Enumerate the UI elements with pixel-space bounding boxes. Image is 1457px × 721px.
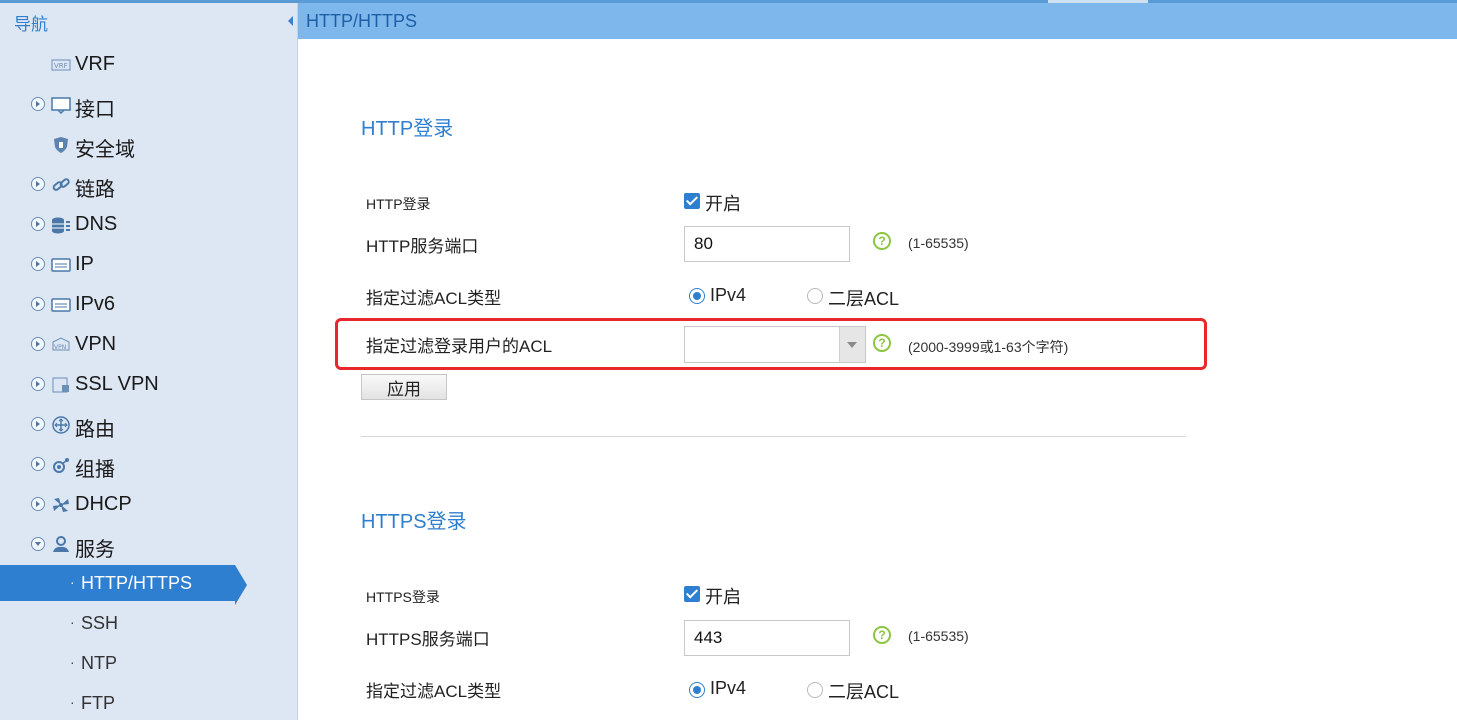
page-title: HTTP/HTTPS — [306, 11, 417, 31]
sidebar: 导航 VRF VRF 接口 安全域 链路 DNS IP IPv6 VPN VPN… — [0, 3, 298, 720]
sidebar-subitem-ntp[interactable]: · NTP — [0, 645, 297, 681]
nav-header: 导航 — [0, 3, 297, 38]
http-port-input[interactable] — [684, 226, 850, 262]
expand-icon[interactable] — [31, 257, 45, 271]
https-enable-checkbox[interactable] — [684, 586, 700, 602]
https-section-title: HTTPS登录 — [361, 511, 467, 533]
http-enable-label: 开启 — [705, 194, 741, 214]
https-acl-type-l2-label: 二层ACL — [828, 682, 900, 702]
sidebar-item-vrf[interactable]: VRF VRF — [0, 47, 297, 83]
collapse-icon[interactable] — [31, 537, 45, 551]
http-login-label: HTTP登录 — [366, 196, 431, 212]
link-icon — [52, 178, 70, 191]
http-section-title: HTTP登录 — [361, 118, 454, 140]
http-enable-checkbox[interactable] — [684, 193, 700, 209]
ssl-vpn-icon — [52, 377, 69, 393]
expand-icon[interactable] — [31, 377, 45, 391]
https-login-label: HTTPS登录 — [366, 589, 440, 605]
http-acl-type-l2-label: 二层ACL — [828, 289, 900, 309]
chevron-down-icon[interactable] — [839, 327, 865, 362]
expand-icon[interactable] — [31, 337, 45, 351]
https-port-label: HTTPS服务端口 — [366, 630, 490, 649]
https-enable-label: 开启 — [705, 587, 741, 607]
expand-icon[interactable] — [31, 177, 45, 191]
sidebar-item-link[interactable]: 链路 — [0, 167, 297, 203]
http-port-range-hint: (1-65535) — [908, 235, 969, 251]
collapse-sidebar-button[interactable] — [285, 11, 297, 31]
sidebar-item-ipv6[interactable]: IPv6 — [0, 287, 297, 323]
sidebar-subitem-http-https[interactable]: · HTTP/HTTPS — [0, 565, 247, 605]
sidebar-item-dhcp[interactable]: DHCP — [0, 487, 297, 523]
vpn-icon: VPN — [52, 337, 70, 351]
interface-icon — [51, 97, 71, 114]
sidebar-item-interface[interactable]: 接口 — [0, 87, 297, 123]
sidebar-item-security-zone[interactable]: 安全域 — [0, 127, 297, 163]
https-acl-type-l2-radio[interactable] — [807, 682, 823, 698]
nav-title: 导航 — [14, 15, 48, 34]
multicast-icon — [53, 458, 69, 473]
route-icon — [52, 416, 70, 434]
expand-icon[interactable] — [31, 497, 45, 511]
ip-icon — [51, 258, 71, 272]
http-acl-type-ipv4-label: IPv4 — [710, 285, 747, 305]
https-acl-type-label: 指定过滤ACL类型 — [366, 682, 502, 701]
sidebar-subitem-ssh[interactable]: · SSH — [0, 605, 297, 641]
sidebar-item-dns[interactable]: DNS — [0, 207, 297, 243]
http-acl-user-range-hint: (2000-3999或1-63个字符) — [908, 339, 1069, 355]
page-header: HTTP/HTTPS — [298, 3, 1457, 39]
expand-icon[interactable] — [31, 97, 45, 111]
database-icon — [52, 217, 70, 234]
help-icon[interactable]: ? — [873, 232, 891, 250]
service-icon — [53, 536, 69, 552]
sidebar-item-multicast[interactable]: 组播 — [0, 447, 297, 483]
section-divider — [361, 436, 1186, 437]
http-port-label: HTTP服务端口 — [366, 237, 479, 256]
ipv6-icon — [51, 298, 71, 312]
https-port-input[interactable] — [684, 620, 850, 656]
expand-icon[interactable] — [31, 417, 45, 431]
sidebar-item-ip[interactable]: IP — [0, 247, 297, 283]
dhcp-icon — [53, 498, 69, 512]
sidebar-item-service[interactable]: 服务 — [0, 527, 297, 563]
apply-button[interactable]: 应用 — [361, 374, 447, 400]
http-acl-user-label: 指定过滤登录用户的ACL — [366, 337, 553, 356]
svg-text:VPN: VPN — [54, 344, 66, 351]
help-icon[interactable]: ? — [873, 626, 891, 644]
http-acl-type-l2-radio[interactable] — [807, 288, 823, 304]
svg-text:VRF: VRF — [54, 62, 68, 70]
expand-icon[interactable] — [31, 297, 45, 311]
expand-icon[interactable] — [31, 457, 45, 471]
http-acl-type-label: 指定过滤ACL类型 — [366, 289, 502, 308]
https-acl-type-ipv4-radio[interactable] — [689, 682, 705, 698]
https-port-range-hint: (1-65535) — [908, 628, 969, 644]
sidebar-subitem-ftp[interactable]: · FTP — [0, 685, 297, 721]
https-acl-type-ipv4-label: IPv4 — [710, 678, 747, 698]
help-icon[interactable]: ? — [873, 334, 891, 352]
sidebar-item-ssl-vpn[interactable]: SSL VPN — [0, 367, 297, 403]
sidebar-item-route[interactable]: 路由 — [0, 407, 297, 443]
expand-icon[interactable] — [31, 217, 45, 231]
http-acl-user-combobox[interactable] — [684, 326, 866, 363]
shield-icon — [54, 137, 68, 153]
sidebar-item-vpn[interactable]: VPN VPN — [0, 327, 297, 363]
vrf-icon: VRF — [51, 59, 71, 71]
http-acl-type-ipv4-radio[interactable] — [689, 288, 705, 304]
